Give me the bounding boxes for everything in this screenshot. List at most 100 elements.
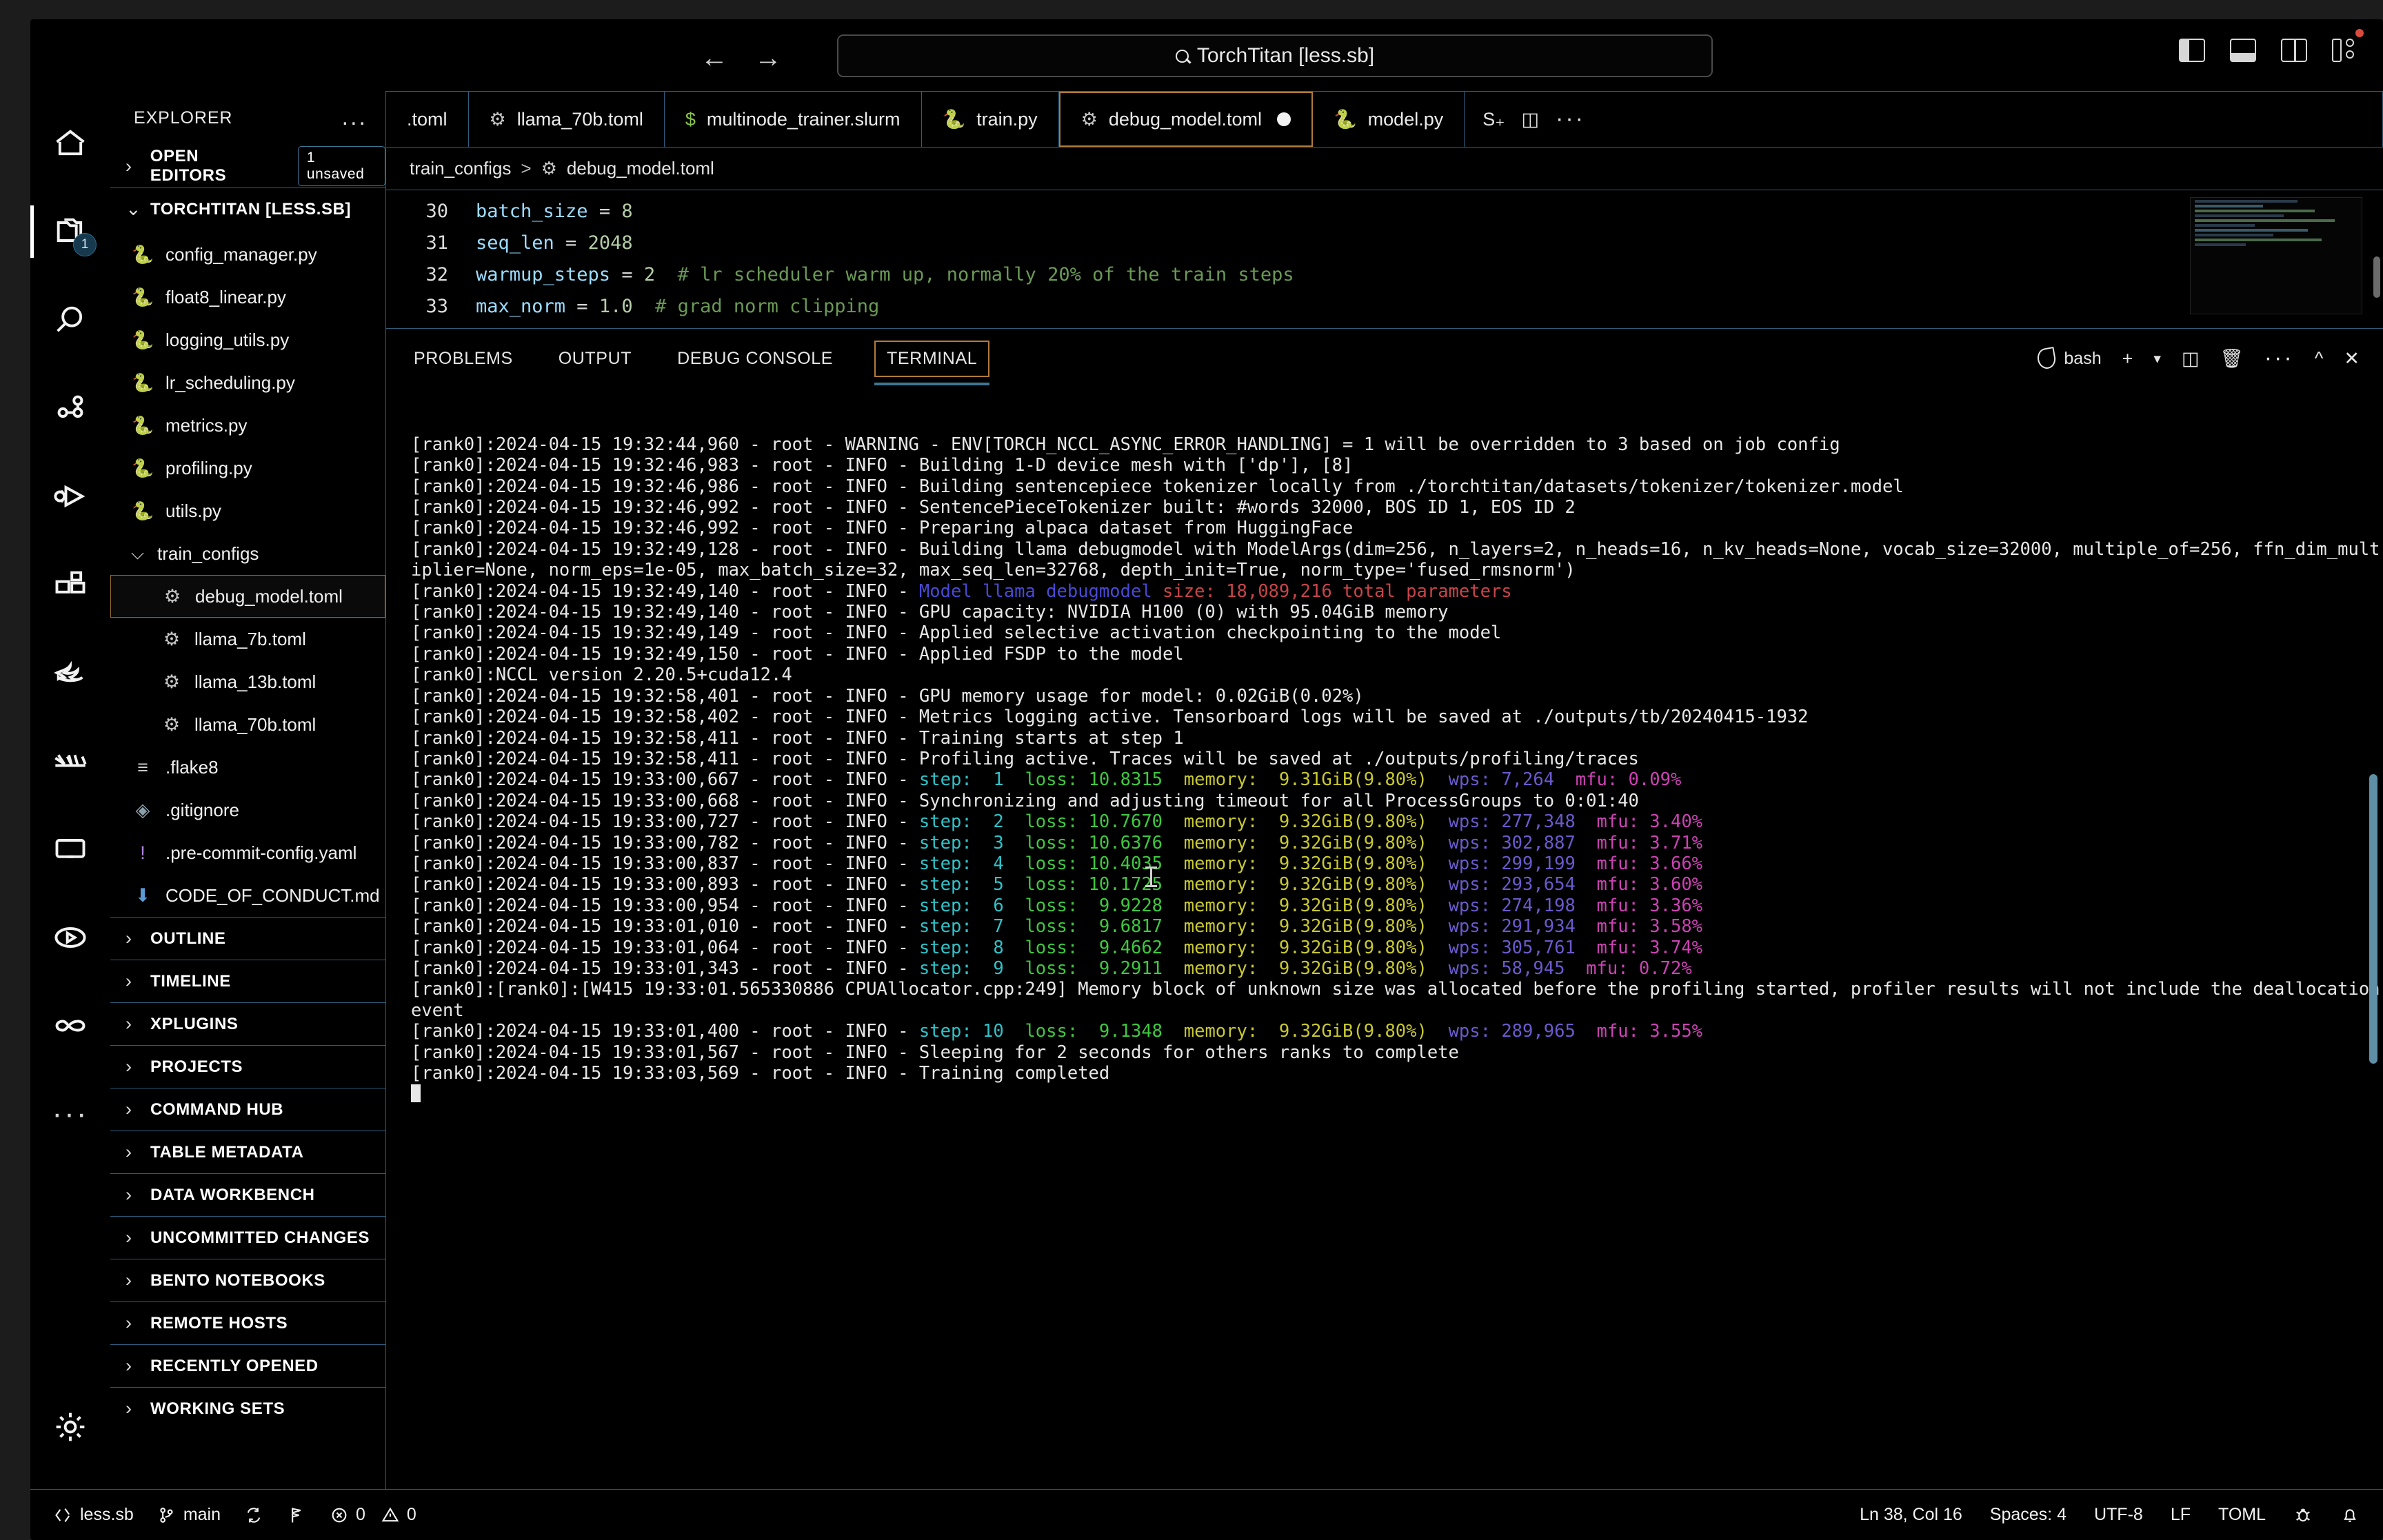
- status-indentation[interactable]: Spaces: 4: [1990, 1505, 2067, 1525]
- tab-terminal[interactable]: TERMINAL: [874, 340, 990, 385]
- status-sync-icon[interactable]: [244, 1506, 263, 1525]
- toggle-panel-icon[interactable]: [2230, 39, 2256, 62]
- tab-output[interactable]: OUTPUT: [554, 342, 636, 376]
- terminal-scrollbar[interactable]: [2369, 774, 2377, 1064]
- new-terminal-icon[interactable]: +: [2122, 348, 2133, 369]
- editor-tab--toml[interactable]: .toml: [386, 92, 469, 147]
- tree-file[interactable]: ⬇ CODE_OF_CONDUCT.md: [110, 874, 385, 917]
- status-ports-icon[interactable]: [287, 1506, 306, 1525]
- maximize-panel-icon[interactable]: ^: [2315, 348, 2324, 369]
- terminal-shell-label[interactable]: bash: [2035, 346, 2102, 371]
- split-terminal-icon[interactable]: ◫: [2182, 348, 2200, 369]
- command-center[interactable]: TorchTitan [less.sb]: [837, 34, 1713, 77]
- tree-file[interactable]: 🐍 metrics.py: [110, 404, 385, 447]
- activity-meta-infinity-icon[interactable]: [30, 982, 110, 1070]
- sidebar-section-outline[interactable]: › OUTLINE: [110, 917, 385, 960]
- terminal-output[interactable]: [rank0]:2024-04-15 19:32:44,960 - root -…: [386, 388, 2383, 1489]
- unsaved-dot-icon[interactable]: [1277, 112, 1291, 126]
- toml-gear-icon: ⚙: [163, 585, 181, 607]
- terminal-dropdown-icon[interactable]: ▾: [2153, 350, 2161, 367]
- toggle-secondary-sidebar-icon[interactable]: [2281, 39, 2307, 62]
- sidebar-section-working-sets[interactable]: › WORKING SETS: [110, 1387, 385, 1430]
- status-encoding[interactable]: UTF-8: [2094, 1505, 2143, 1525]
- terminal-line: [rank0]:2024-04-15 19:33:03,569 - root -…: [411, 1063, 1110, 1084]
- tree-file[interactable]: ≡ .flake8: [110, 746, 385, 789]
- activity-run-and-debug-icon[interactable]: [30, 452, 110, 540]
- sidebar-section-recently-opened[interactable]: › RECENTLY OPENED: [110, 1344, 385, 1387]
- tree-file[interactable]: 🐍 logging_utils.py: [110, 318, 385, 361]
- tree-file[interactable]: ⚙ llama_13b.toml: [110, 660, 385, 703]
- status-remote-host[interactable]: less.sb: [54, 1505, 134, 1525]
- sidebar-section-bento-notebooks[interactable]: › BENTO NOTEBOOKS: [110, 1259, 385, 1301]
- breadcrumb-file[interactable]: debug_model.toml: [567, 158, 714, 179]
- tree-file[interactable]: ! .pre-commit-config.yaml: [110, 831, 385, 874]
- sidebar-section-data-workbench[interactable]: › DATA WORKBENCH: [110, 1173, 385, 1216]
- editor-tab-model-py[interactable]: 🐍 model.py: [1313, 92, 1465, 147]
- tab-debug-console[interactable]: DEBUG CONSOLE: [673, 342, 837, 376]
- sidebar-section-command-hub[interactable]: › COMMAND HUB: [110, 1088, 385, 1131]
- activity-remote-display-icon[interactable]: [30, 805, 110, 893]
- chevron-right-icon: ›: [125, 155, 132, 176]
- status-cursor-position[interactable]: Ln 38, Col 16: [1860, 1505, 1962, 1525]
- editor-minimap[interactable]: [2190, 197, 2362, 314]
- chevron-right-icon: ›: [125, 1398, 132, 1419]
- sidebar-section-workspace[interactable]: ⌄ TORCHTITAN [LESS.SB]: [110, 188, 385, 230]
- bell-icon[interactable]: [2340, 1506, 2360, 1525]
- activity-extensions-icon[interactable]: [30, 540, 110, 629]
- status-branch[interactable]: main: [157, 1505, 221, 1525]
- kill-terminal-icon[interactable]: 🗑: [2220, 347, 2243, 369]
- editor-tab-debug-model-toml[interactable]: ⚙ debug_model.toml: [1058, 92, 1314, 147]
- sidebar-section-xplugins[interactable]: › XPLUGINS: [110, 1002, 385, 1045]
- sidebar-section-projects[interactable]: › PROJECTS: [110, 1045, 385, 1088]
- tree-item-label: lr_scheduling.py: [165, 372, 295, 393]
- terminal-line: [rank0]:[rank0]:[W415 19:33:01.565330886…: [411, 979, 2380, 1021]
- tree-folder[interactable]: ⌵ train_configs: [110, 532, 385, 575]
- tree-file[interactable]: 🐍 utils.py: [110, 489, 385, 532]
- breadcrumb-folder[interactable]: train_configs: [410, 158, 511, 179]
- bug-icon[interactable]: [2293, 1506, 2313, 1525]
- editor-tab-llama-70b-toml[interactable]: ⚙ llama_70b.toml: [469, 92, 665, 147]
- tree-file[interactable]: ⚙ debug_model.toml: [110, 575, 385, 618]
- status-problems[interactable]: 0 0: [330, 1505, 416, 1525]
- sidebar-section-table-metadata[interactable]: › TABLE METADATA: [110, 1131, 385, 1173]
- tree-file[interactable]: 🐍 float8_linear.py: [110, 276, 385, 318]
- bottom-panel: PROBLEMS OUTPUT DEBUG CONSOLE TERMINAL b…: [386, 328, 2383, 1489]
- code-editor[interactable]: 30 batch_size = 8 31 seq_len = 2048 32 warmup…: [386, 190, 2383, 328]
- sidebar-section-open-editors[interactable]: › OPEN EDITORS 1 unsaved: [110, 145, 385, 188]
- activity-play-circle-icon[interactable]: [30, 893, 110, 982]
- editor-tab-multinode-trainer-slurm[interactable]: $ multinode_trainer.slurm: [665, 92, 922, 147]
- sidebar-section-timeline[interactable]: › TIMELINE: [110, 960, 385, 1002]
- tree-file[interactable]: 🐍 config_manager.py: [110, 233, 385, 276]
- activity-explorer-icon[interactable]: 1: [30, 188, 110, 276]
- activity-pytorch-icon[interactable]: [30, 629, 110, 717]
- sidebar-more-actions-icon[interactable]: ...: [342, 106, 368, 129]
- activity-settings-gear-icon[interactable]: [30, 1383, 110, 1471]
- file-tree: 🐍 config_manager.py 🐍 float8_linear.py 🐍 logg…: [110, 230, 385, 917]
- tree-file[interactable]: 🐍 lr_scheduling.py: [110, 361, 385, 404]
- tree-file[interactable]: ⚙ llama_7b.toml: [110, 618, 385, 660]
- status-eol[interactable]: LF: [2171, 1505, 2191, 1525]
- sidebar-section-remote-hosts[interactable]: › REMOTE HOSTS: [110, 1301, 385, 1344]
- status-language-mode[interactable]: TOML: [2218, 1505, 2266, 1525]
- source-control-diff-icon[interactable]: S₊: [1482, 109, 1505, 130]
- editor-actions-more-icon[interactable]: ···: [1556, 108, 1585, 130]
- tree-file[interactable]: ⚙ llama_70b.toml: [110, 703, 385, 746]
- tab-problems[interactable]: PROBLEMS: [410, 342, 517, 376]
- terminal-more-icon[interactable]: ···: [2264, 347, 2294, 369]
- activity-hack-icon[interactable]: [30, 717, 110, 805]
- tree-file[interactable]: 🐍 profiling.py: [110, 447, 385, 489]
- editor-tab-train-py[interactable]: 🐍 train.py: [922, 92, 1059, 147]
- toggle-primary-sidebar-icon[interactable]: [2179, 39, 2205, 62]
- activity-home-icon[interactable]: [30, 99, 110, 188]
- forward-arrow-icon[interactable]: →: [754, 44, 782, 72]
- activity-search-icon[interactable]: [30, 276, 110, 364]
- editor-scrollbar[interactable]: [2373, 256, 2380, 298]
- customize-layout-icon[interactable]: [2332, 39, 2358, 62]
- tree-file[interactable]: ◈ .gitignore: [110, 789, 385, 831]
- activity-more-icon[interactable]: ···: [30, 1070, 110, 1158]
- sidebar-section-uncommitted-changes[interactable]: › UNCOMMITTED CHANGES: [110, 1216, 385, 1259]
- split-editor-icon[interactable]: ◫: [1522, 109, 1540, 130]
- activity-source-control-icon[interactable]: [30, 364, 110, 452]
- back-arrow-icon[interactable]: ←: [701, 44, 728, 72]
- close-panel-icon[interactable]: ✕: [2344, 348, 2360, 369]
